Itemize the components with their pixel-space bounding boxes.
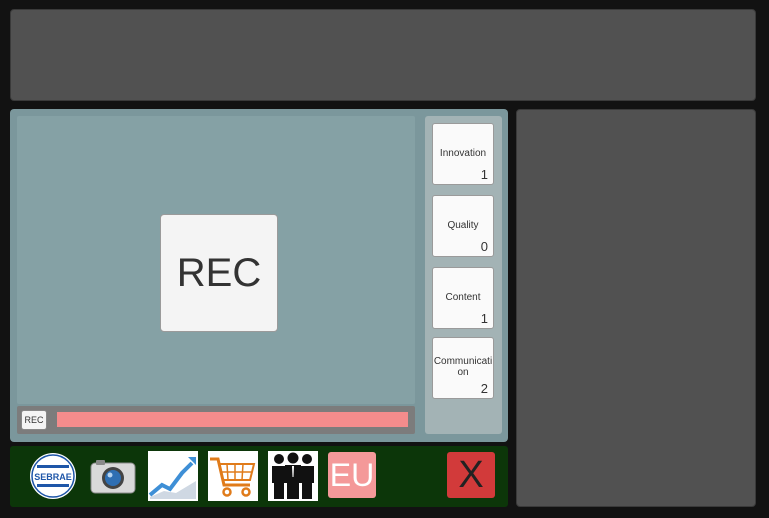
score-card-innovation[interactable]: Innovation 1 xyxy=(432,123,494,185)
team-icon[interactable] xyxy=(268,451,318,501)
score-label: Content xyxy=(445,292,481,303)
score-card-content[interactable]: Content 1 xyxy=(432,267,494,329)
score-value: 1 xyxy=(480,311,488,326)
camera-icon[interactable] xyxy=(88,451,138,501)
sebrae-logo-text: SEBRAE xyxy=(34,472,72,482)
top-bar xyxy=(10,9,756,101)
score-label: Innovation xyxy=(439,148,487,159)
rec-small-button[interactable]: REC xyxy=(21,410,47,430)
bottom-toolbar: SEBRAE EU X xyxy=(10,446,508,507)
score-card-communication[interactable]: Communicati on 2 xyxy=(432,337,494,399)
right-panel xyxy=(516,109,756,507)
score-value: 2 xyxy=(480,381,488,396)
close-button[interactable]: X xyxy=(447,452,495,498)
eu-button[interactable]: EU xyxy=(328,452,376,498)
growth-chart-icon[interactable] xyxy=(148,451,198,501)
sebrae-logo-icon[interactable]: SEBRAE xyxy=(28,451,78,501)
score-card-quality[interactable]: Quality 0 xyxy=(432,195,494,257)
recording-strip: REC xyxy=(17,406,415,434)
score-value: 1 xyxy=(480,167,488,182)
recording-progress-bar xyxy=(57,412,408,427)
shopping-cart-icon[interactable] xyxy=(208,451,258,501)
score-label: Quality xyxy=(447,220,479,231)
score-value: 0 xyxy=(480,239,488,254)
score-label: Communicati on xyxy=(433,356,493,378)
score-column: Innovation 1 Quality 0 Content 1 Communi… xyxy=(425,116,502,434)
recorder-panel: REC REC Innovation 1 Quality 0 Content 1… xyxy=(10,109,508,442)
rec-button[interactable]: REC xyxy=(160,214,278,332)
recording-viewport: REC xyxy=(17,116,415,404)
